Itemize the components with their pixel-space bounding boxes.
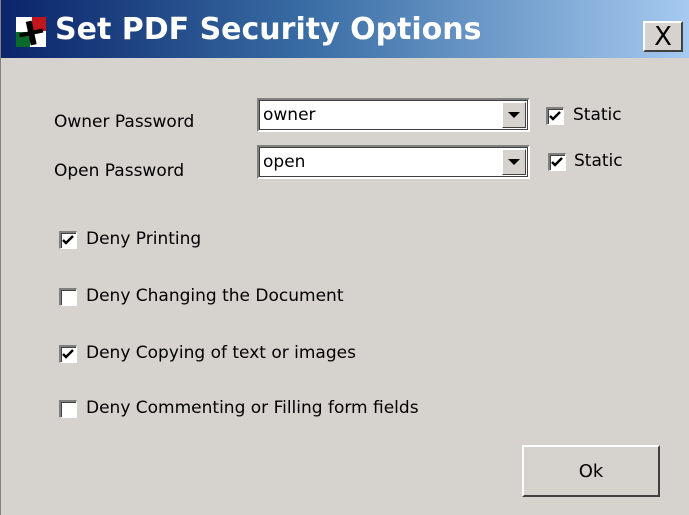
title-bar[interactable]: Set PDF Security Options X <box>1 0 689 58</box>
security-dialog: Set PDF Security Options X Owner Passwor… <box>0 0 689 515</box>
owner-password-dropdown-button[interactable] <box>502 102 526 128</box>
deny-copying-checkbox[interactable] <box>59 345 77 363</box>
owner-static-label: Static <box>573 105 622 125</box>
ok-button[interactable]: Ok <box>522 445 660 497</box>
owner-password-combo[interactable]: owner <box>257 98 530 132</box>
owner-static-checkbox[interactable] <box>546 107 564 125</box>
deny-printing-label: Deny Printing <box>86 229 202 249</box>
deny-changing-label: Deny Changing the Document <box>86 286 344 306</box>
open-static-checkbox[interactable] <box>548 153 566 171</box>
deny-changing-checkbox[interactable] <box>59 288 77 306</box>
open-static-label: Static <box>574 151 623 171</box>
chevron-down-icon <box>508 159 520 165</box>
open-password-label: Open Password <box>54 161 185 181</box>
app-logo-icon <box>16 17 46 47</box>
deny-copying-label: Deny Copying of text or images <box>86 343 356 363</box>
open-password-combo[interactable]: open <box>257 145 530 179</box>
owner-password-value[interactable]: owner <box>263 105 316 125</box>
deny-commenting-checkbox[interactable] <box>59 400 77 418</box>
deny-commenting-label: Deny Commenting or Filling form fields <box>86 398 419 418</box>
owner-password-label: Owner Password <box>54 112 195 132</box>
open-password-dropdown-button[interactable] <box>502 149 526 175</box>
window-title: Set PDF Security Options <box>55 12 482 47</box>
open-password-value[interactable]: open <box>263 152 305 172</box>
close-icon: X <box>654 21 672 52</box>
close-button[interactable]: X <box>643 21 683 52</box>
chevron-down-icon <box>508 112 520 118</box>
ok-button-label: Ok <box>578 460 604 482</box>
deny-printing-checkbox[interactable] <box>59 231 77 249</box>
